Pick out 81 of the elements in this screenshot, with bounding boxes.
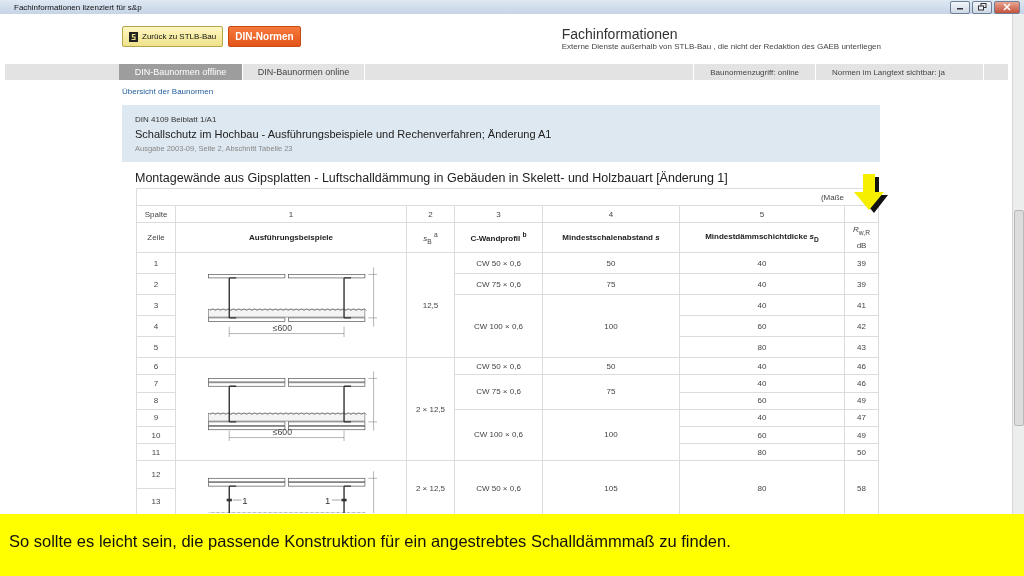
table-cell: 2 × 12,5: [406, 357, 455, 461]
table-cell: CW 100 × 0,6: [454, 294, 543, 358]
table-cell: 46: [844, 374, 879, 392]
table-cell: Spalte: [136, 205, 176, 223]
status-text: Normen im Langtext sichtbar: ja: [815, 64, 984, 80]
table-cell: 100: [542, 294, 680, 358]
table-cell: 10: [136, 426, 176, 444]
unit-label: dB: [855, 239, 868, 252]
minimize-icon[interactable]: [950, 0, 970, 14]
table-cell: CW 75 × 0,6: [454, 273, 543, 295]
back-button[interactable]: Zurück zu STLB-Bau: [122, 26, 224, 47]
dimension-label: ≤600: [272, 322, 292, 333]
table-cell: 2: [406, 205, 455, 223]
item-number: 1: [324, 494, 331, 506]
table-cell: 8: [136, 392, 176, 409]
table-cell: 4: [542, 205, 680, 223]
table-cell: 60: [679, 426, 845, 444]
table-cell: 2: [136, 273, 176, 295]
table-cell: 75: [542, 374, 680, 409]
table-cell: 75: [542, 273, 680, 295]
table-cell: 5: [136, 336, 176, 358]
table-cell: 40: [679, 357, 845, 375]
table-cell: 3: [136, 294, 176, 316]
table-cell: 7: [136, 374, 176, 392]
item-number: 1: [242, 494, 248, 506]
header-cell: C-Wandprofil $^{b}$: [454, 222, 543, 253]
table-cell: 60: [679, 315, 845, 337]
table-cell: 43: [844, 336, 879, 358]
table-cell: 39: [844, 273, 879, 295]
table-cell: 40: [679, 374, 845, 392]
table-cell: CW 50 × 0,6: [454, 357, 543, 375]
rating-symbol: R$_{w,R}$: [852, 224, 871, 238]
table-cell: 11: [136, 443, 176, 461]
status-text: Baunormenzugriff: online: [693, 64, 816, 80]
table-cell: 47: [844, 409, 879, 427]
table-cell: CW 75 × 0,6: [454, 374, 543, 409]
window-title: Fachinformationen lizenziert für s&p: [14, 2, 142, 12]
table-cell: 39: [844, 252, 879, 274]
restore-icon[interactable]: [972, 0, 992, 14]
table-cell: 50: [542, 357, 680, 375]
header-cell: Mindestdämmschichtdicke s$_{D}$: [679, 222, 845, 253]
table-cell: 80: [679, 443, 845, 461]
table-cell: 4: [136, 315, 176, 337]
table-cell: 46: [844, 357, 879, 375]
table-cell: 49: [844, 426, 879, 444]
table-cell: 6: [136, 357, 176, 375]
page-subtitle: Externe Dienste außerhalb von STLB-Bau , die nicht der Redaktion des GAEB unterliegen: [561, 42, 881, 51]
table-cell: CW 50 × 0,6: [454, 252, 543, 274]
norm-code: DIN 4109 Beiblatt 1/A1: [135, 115, 218, 124]
table-cell: CW 100 × 0,6: [454, 409, 543, 461]
header-cell: Zeile: [136, 222, 176, 253]
header-cell: Ausführungsbeispiele: [175, 222, 407, 253]
table-cell: 12: [136, 460, 176, 488]
table-cell: 60: [679, 392, 845, 409]
scrollbar-thumb[interactable]: [1013, 210, 1024, 426]
table-cell: 40: [679, 252, 845, 274]
table-cell: 41: [844, 294, 879, 316]
page-title: Fachinformationen: [561, 26, 679, 42]
norm-title: Schallschutz im Hochbau - Ausführungsbeispiele und Rechenverfahren; Änderung A1: [135, 128, 553, 140]
table-cell: 80: [679, 336, 845, 358]
logo-icon: [129, 31, 138, 42]
table-title: Montagewände aus Gipsplatten - Luftschalldämmung in Gebäuden in Skelett- und Holzbauart [Änderung 1]: [135, 171, 729, 185]
close-icon[interactable]: [994, 0, 1020, 14]
dimension-label: ≤600: [272, 426, 292, 437]
table-cell: 49: [844, 392, 879, 409]
table-cell: 50: [844, 443, 879, 461]
header-cell: Mindestschalenabstand s: [542, 222, 680, 253]
table-cell: 3: [454, 205, 543, 223]
table-cell: 40: [679, 273, 845, 295]
table-cell: 50: [542, 252, 680, 274]
table-cell: 12,5: [406, 252, 455, 358]
table-cell: 100: [542, 409, 680, 461]
table-cell: 40: [679, 294, 845, 316]
overview-link[interactable]: Übersicht der Baunormen: [122, 87, 214, 96]
caption-text: So sollte es leicht sein, die passende Konstruktion für ein angestrebtes Schalldämmmaß zu finden.: [9, 531, 731, 551]
table-cell: 1: [175, 205, 407, 223]
table-cell: 9: [136, 409, 176, 427]
table-cell: 42: [844, 315, 879, 337]
table-cell: 5: [679, 205, 845, 223]
table-cell: 1: [136, 252, 176, 274]
table-cell: 40: [679, 409, 845, 427]
